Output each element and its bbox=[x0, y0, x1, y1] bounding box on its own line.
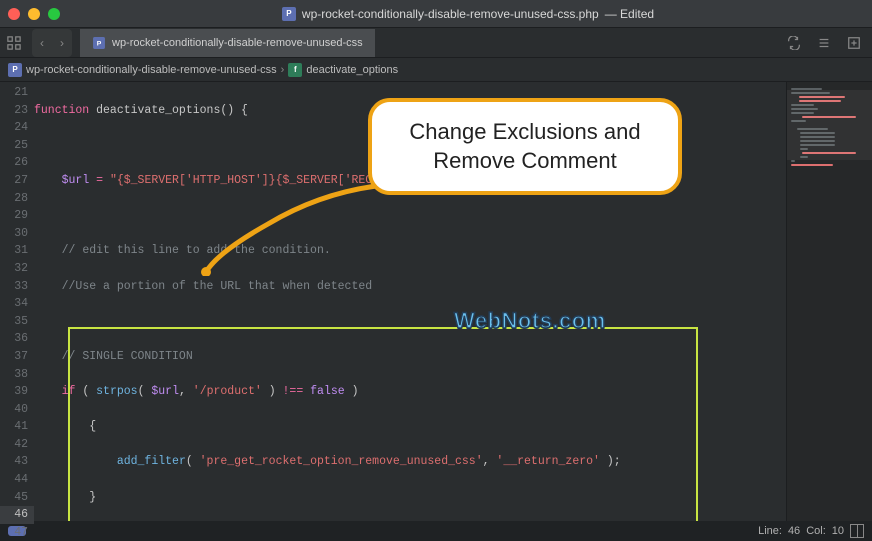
line-number[interactable]: 42 bbox=[0, 436, 34, 454]
breadcrumb-file[interactable]: wp-rocket-conditionally-disable-remove-u… bbox=[26, 64, 277, 76]
line-number-gutter: 21 23 24 25 26 27 28 29 30 31 32 33 34 3… bbox=[0, 82, 34, 521]
window-title: P wp-rocket-conditionally-disable-remove… bbox=[72, 7, 864, 21]
layout-icon[interactable] bbox=[850, 524, 864, 538]
line-number[interactable]: 30 bbox=[0, 225, 34, 243]
toolbar: ‹ › P wp-rocket-conditionally-disable-re… bbox=[0, 28, 872, 58]
status-line-label: Line: bbox=[758, 525, 782, 537]
callout-line1: Change Exclusions and bbox=[409, 119, 640, 144]
line-number[interactable]: 33 bbox=[0, 278, 34, 296]
line-number[interactable]: 29 bbox=[0, 207, 34, 225]
line-number[interactable]: 38 bbox=[0, 366, 34, 384]
add-panel-icon[interactable] bbox=[840, 29, 868, 57]
line-number[interactable]: 36 bbox=[0, 330, 34, 348]
title-edited: — Edited bbox=[605, 7, 654, 21]
status-col-value[interactable]: 10 bbox=[832, 525, 844, 537]
line-number[interactable]: 45 bbox=[0, 489, 34, 507]
line-number[interactable]: 23 bbox=[0, 102, 34, 120]
php-file-icon: P bbox=[93, 37, 105, 49]
breadcrumb: P wp-rocket-conditionally-disable-remove… bbox=[0, 58, 872, 82]
line-number[interactable]: 31 bbox=[0, 242, 34, 260]
status-col-label: Col: bbox=[806, 525, 826, 537]
php-file-icon: P bbox=[8, 63, 22, 77]
minimap[interactable] bbox=[786, 82, 872, 521]
line-number[interactable]: 46 bbox=[0, 506, 34, 524]
line-number[interactable]: 37 bbox=[0, 348, 34, 366]
function-icon: f bbox=[288, 63, 302, 77]
nav-forward-button[interactable]: › bbox=[52, 29, 72, 57]
maximize-button[interactable] bbox=[48, 8, 60, 20]
line-number[interactable]: 27 bbox=[0, 172, 34, 190]
line-number[interactable]: 44 bbox=[0, 471, 34, 489]
line-number[interactable]: 21 bbox=[0, 84, 34, 102]
title-filename: wp-rocket-conditionally-disable-remove-u… bbox=[302, 7, 599, 21]
sync-icon[interactable] bbox=[780, 29, 808, 57]
breadcrumb-function[interactable]: deactivate_options bbox=[306, 64, 398, 76]
minimap-viewport[interactable] bbox=[787, 90, 872, 160]
line-number[interactable]: 24 bbox=[0, 119, 34, 137]
breadcrumb-separator: › bbox=[281, 64, 285, 76]
annotation-callout: Change Exclusions and Remove Comment bbox=[368, 98, 682, 195]
callout-line2: Remove Comment bbox=[433, 148, 616, 173]
window-controls bbox=[8, 8, 60, 20]
line-number[interactable]: 32 bbox=[0, 260, 34, 278]
tab-file[interactable]: P wp-rocket-conditionally-disable-remove… bbox=[80, 29, 375, 57]
nav-back-button[interactable]: ‹ bbox=[32, 29, 52, 57]
grid-icon[interactable] bbox=[0, 29, 28, 57]
statusbar: Line: 46 Col: 10 bbox=[0, 521, 872, 541]
watermark: WebNots.com bbox=[454, 308, 606, 334]
titlebar: P wp-rocket-conditionally-disable-remove… bbox=[0, 0, 872, 28]
editor-window: P wp-rocket-conditionally-disable-remove… bbox=[0, 0, 872, 541]
line-number[interactable]: 39 bbox=[0, 383, 34, 401]
line-number[interactable]: 47 bbox=[0, 524, 34, 541]
line-number[interactable]: 25 bbox=[0, 137, 34, 155]
line-number[interactable]: 41 bbox=[0, 418, 34, 436]
minimize-button[interactable] bbox=[28, 8, 40, 20]
line-number[interactable]: 28 bbox=[0, 190, 34, 208]
line-number[interactable]: 35 bbox=[0, 313, 34, 331]
status-line-value[interactable]: 46 bbox=[788, 525, 800, 537]
line-number[interactable]: 40 bbox=[0, 401, 34, 419]
php-file-icon: P bbox=[282, 7, 296, 21]
line-number[interactable]: 34 bbox=[0, 295, 34, 313]
close-button[interactable] bbox=[8, 8, 20, 20]
line-number[interactable]: 26 bbox=[0, 154, 34, 172]
tab-label: wp-rocket-conditionally-disable-remove-u… bbox=[112, 37, 363, 49]
line-number[interactable]: 43 bbox=[0, 453, 34, 471]
list-icon[interactable] bbox=[810, 29, 838, 57]
